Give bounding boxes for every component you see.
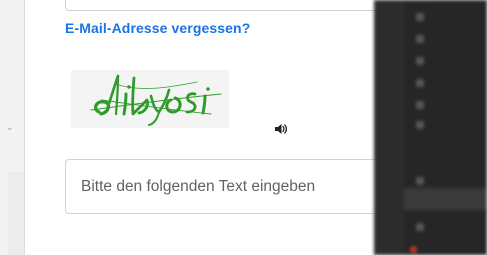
background-menu-item	[416, 34, 430, 44]
background-menu-strip	[374, 0, 404, 255]
background-active-row	[404, 188, 487, 210]
forgot-email-link[interactable]: E-Mail-Adresse vergessen?	[65, 20, 250, 36]
chevron-down-icon: ⌄	[6, 122, 14, 132]
background-menu-item	[416, 12, 430, 22]
background-left-panel: ⌄	[0, 0, 24, 255]
speaker-icon	[275, 124, 287, 134]
background-menu-item	[416, 78, 430, 88]
background-menu-item	[416, 100, 430, 110]
background-menu-item	[416, 222, 430, 232]
audio-captcha-button[interactable]	[272, 121, 288, 137]
background-menu-item	[416, 56, 430, 66]
login-card: E-Mail-Adresse vergessen?	[24, 0, 435, 255]
captcha-image	[71, 70, 229, 128]
background-right-menu	[374, 0, 487, 255]
captcha-graphic	[71, 70, 229, 128]
background-menu-item	[416, 120, 430, 130]
background-menu-item	[416, 176, 430, 186]
background-sidebar-block	[8, 172, 24, 255]
background-status-dot	[410, 246, 417, 253]
